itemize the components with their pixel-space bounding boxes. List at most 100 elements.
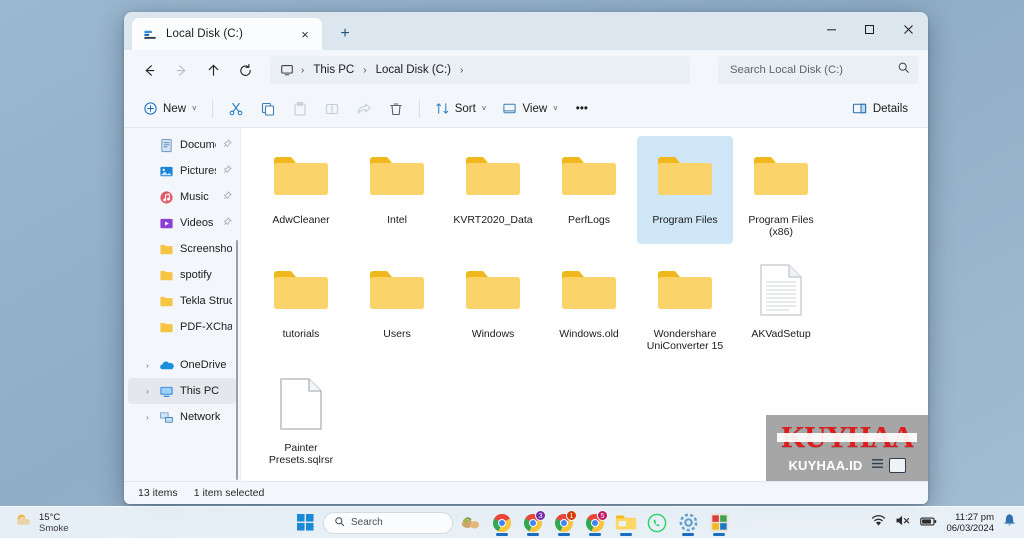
breadcrumb[interactable]: › This PC › Local Disk (C:) › xyxy=(270,56,690,84)
sidebar-item-onedrive[interactable]: › OneDrive xyxy=(128,352,236,378)
weather-text: 15°C Smoke xyxy=(39,512,69,534)
file-item-kvrt2020-data[interactable]: KVRT2020_Data xyxy=(445,136,541,244)
chevron-right-icon[interactable]: › xyxy=(142,361,153,370)
new-button-label: New xyxy=(163,102,187,115)
blank-file-icon xyxy=(279,372,323,436)
status-bar: 13 items 1 item selected xyxy=(124,481,928,504)
tab-close-icon[interactable]: × xyxy=(294,23,316,45)
new-tab-button[interactable]: + xyxy=(334,23,356,45)
rename-button[interactable] xyxy=(317,95,347,123)
sidebar-item-pictures[interactable]: Pictures xyxy=(128,158,236,184)
sidebar-item-screenshots[interactable]: Screenshots xyxy=(128,236,236,262)
sidebar-item-music[interactable]: Music xyxy=(128,184,236,210)
file-item-users[interactable]: Users xyxy=(349,250,445,358)
minimize-button[interactable] xyxy=(812,12,850,46)
search-box[interactable] xyxy=(718,56,918,84)
watermark-overlay: KUYHAA KUYHAA.ID xyxy=(766,415,928,481)
file-item-program-files[interactable]: Program Files xyxy=(637,136,733,244)
more-options-button[interactable]: ••• xyxy=(567,95,597,123)
taskbar-app-paint-3d[interactable] xyxy=(458,510,484,536)
file-item-windows[interactable]: Windows xyxy=(445,250,541,358)
sidebar-item-this-pc[interactable]: › This PC xyxy=(128,378,236,404)
music-icon xyxy=(159,190,174,205)
sidebar-item-documents[interactable]: Documents xyxy=(128,132,236,158)
start-button[interactable] xyxy=(292,510,318,536)
text-file-icon xyxy=(759,258,803,322)
taskbar-app-store[interactable] xyxy=(706,510,732,536)
details-pane-button[interactable]: Details xyxy=(844,95,916,123)
new-button[interactable]: New ˅ xyxy=(136,95,204,123)
sidebar-item-videos[interactable]: Videos xyxy=(128,210,236,236)
refresh-button[interactable] xyxy=(230,56,260,84)
taskbar-app-chrome-1[interactable] xyxy=(489,510,515,536)
sidebar-scrollbar[interactable] xyxy=(236,240,238,480)
folder-icon xyxy=(656,258,714,322)
videos-icon xyxy=(159,216,174,231)
list-view-icon[interactable] xyxy=(871,456,884,474)
search-input[interactable] xyxy=(730,64,891,76)
breadcrumb-item-local-disk-c[interactable]: Local Disk (C:) xyxy=(370,61,457,79)
file-list-content[interactable]: AdwCleaner Intel KVRT2020_Data PerfLogs … xyxy=(240,128,928,481)
taskbar-app-chrome-3[interactable]: 1 xyxy=(551,509,577,536)
file-item-painter-presets[interactable]: Painter Presets.sqlrsr xyxy=(253,364,349,472)
sidebar-item-pdf-xchange[interactable]: PDF-XChange P xyxy=(128,314,236,340)
file-item-program-files-x86[interactable]: Program Files (x86) xyxy=(733,136,829,244)
forward-button[interactable] xyxy=(166,56,196,84)
sidebar-item-tekla-structures[interactable]: Tekla Structures xyxy=(128,288,236,314)
delete-button[interactable] xyxy=(381,95,411,123)
details-view-icon[interactable] xyxy=(888,457,906,473)
sidebar-item-label: Tekla Structures xyxy=(180,295,232,307)
view-button[interactable]: View ˅ xyxy=(495,95,564,123)
onedrive-icon xyxy=(159,358,174,373)
file-item-adwcleaner[interactable]: AdwCleaner xyxy=(253,136,349,244)
file-item-label: AKVadSetup xyxy=(751,328,811,340)
taskbar-clock[interactable]: 11:27 pm 06/03/2024 xyxy=(946,512,994,534)
sidebar-item-spotify[interactable]: spotify xyxy=(128,262,236,288)
battery-icon[interactable] xyxy=(920,514,937,532)
sidebar-item-label: This PC xyxy=(180,385,220,397)
file-item-tutorials[interactable]: tutorials xyxy=(253,250,349,358)
address-bar-row: › This PC › Local Disk (C:) › xyxy=(124,50,928,90)
taskbar-search-box[interactable]: Search xyxy=(323,511,453,534)
file-item-label: KVRT2020_Data xyxy=(453,214,533,226)
bell-icon[interactable] xyxy=(1003,513,1016,532)
file-item-perflogs[interactable]: PerfLogs xyxy=(541,136,637,244)
folder-icon xyxy=(159,268,174,283)
file-item-windows-old[interactable]: Windows.old xyxy=(541,250,637,358)
chevron-right-icon[interactable]: › xyxy=(142,413,153,422)
tab-local-disk-c[interactable]: Local Disk (C:) × xyxy=(132,18,322,50)
toolbar-divider xyxy=(418,99,420,118)
cut-button[interactable] xyxy=(221,95,251,123)
watermark-row: KUYHAA.ID xyxy=(788,456,906,474)
file-item-wondershare-uniconverter-15[interactable]: Wondershare UniConverter 15 xyxy=(637,250,733,358)
chevron-right-icon[interactable]: › xyxy=(142,387,153,396)
breadcrumb-item-this-pc[interactable]: This PC xyxy=(307,61,360,79)
taskbar-app-chrome-2[interactable]: 3 xyxy=(520,509,546,536)
close-button[interactable] xyxy=(888,12,928,46)
up-button[interactable] xyxy=(198,56,228,84)
taskbar-app-chrome-4[interactable]: 5 xyxy=(582,509,608,536)
volume-muted-icon[interactable] xyxy=(895,514,911,532)
taskbar-app-whatsapp[interactable] xyxy=(644,510,670,536)
drive-icon xyxy=(143,27,158,42)
file-item-label: PerfLogs xyxy=(567,214,611,226)
paste-button[interactable] xyxy=(285,95,315,123)
file-explorer-window: Local Disk (C:) × + › This PC › Local Di… xyxy=(124,12,928,504)
sidebar-item-network[interactable]: › Network xyxy=(128,404,236,430)
file-item-akvadsetup[interactable]: AKVadSetup xyxy=(733,250,829,358)
file-item-intel[interactable]: Intel xyxy=(349,136,445,244)
breadcrumb-separator: › xyxy=(460,64,464,76)
file-item-label: Program Files (x86) xyxy=(748,214,814,238)
system-tray: 11:27 pm 06/03/2024 xyxy=(871,507,1016,538)
share-button[interactable] xyxy=(349,95,379,123)
copy-button[interactable] xyxy=(253,95,283,123)
sort-button[interactable]: Sort ˅ xyxy=(428,95,494,123)
weather-widget[interactable]: 15°C Smoke xyxy=(6,507,77,538)
taskbar-app-file-explorer[interactable] xyxy=(613,510,639,536)
maximize-button[interactable] xyxy=(850,12,888,46)
back-button[interactable] xyxy=(134,56,164,84)
taskbar-app-settings[interactable] xyxy=(675,510,701,536)
file-item-label: Intel xyxy=(387,214,407,226)
pictures-icon xyxy=(159,164,174,179)
wifi-icon[interactable] xyxy=(871,514,886,532)
